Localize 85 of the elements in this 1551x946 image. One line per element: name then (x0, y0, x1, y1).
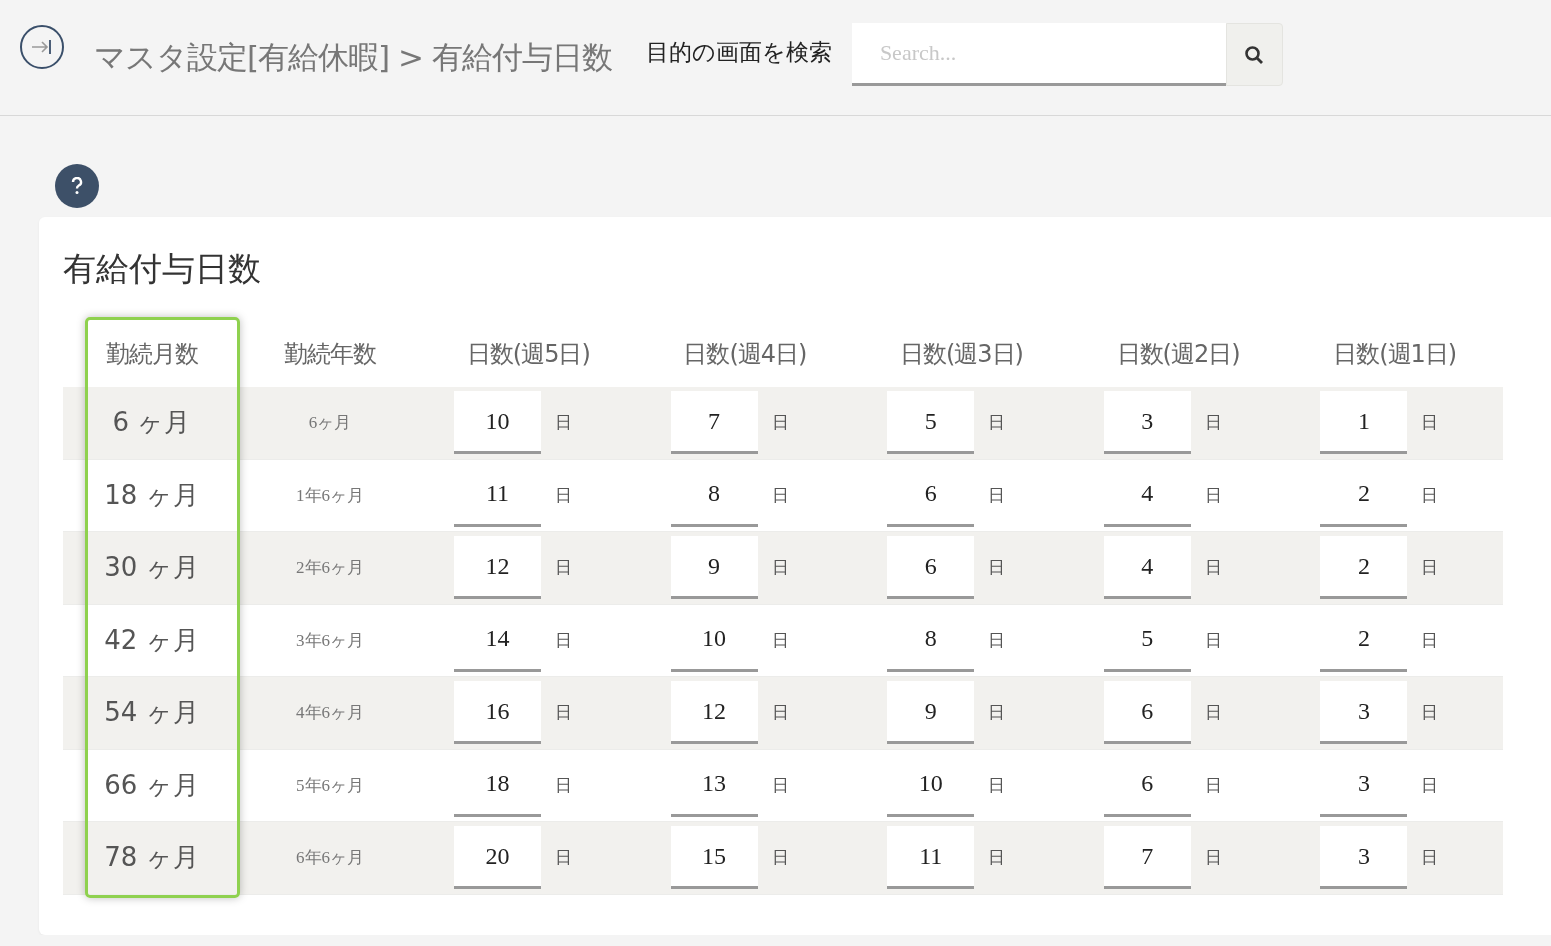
unit-label: 日 (1421, 774, 1439, 797)
question-mark-icon (71, 177, 83, 195)
days-input[interactable]: 16 (454, 681, 541, 745)
months-cell-text: 6 ヶ月 (111, 406, 192, 440)
days-input[interactable]: 9 (670, 536, 758, 600)
unit-label: 日 (1421, 557, 1439, 580)
months-cell-text: 18 ヶ月 (103, 478, 200, 512)
unit-label: 日 (988, 847, 1006, 870)
unit-label: 日 (1204, 847, 1222, 870)
unit-label: 日 (1421, 847, 1439, 870)
unit-label: 日 (1421, 412, 1439, 435)
unit-label: 日 (771, 847, 789, 870)
column-header: 日数(週5日) (465, 338, 591, 370)
unit-label: 日 (988, 702, 1006, 725)
days-input[interactable]: 6 (887, 536, 975, 600)
days-input[interactable]: 20 (454, 826, 541, 890)
column-header: 勤続年数 (283, 338, 377, 370)
unit-label: 日 (1204, 629, 1222, 652)
days-input[interactable]: 3 (1103, 391, 1191, 455)
unit-label: 日 (1204, 774, 1222, 797)
months-cell-text: 66 ヶ月 (103, 768, 200, 802)
days-input[interactable]: 10 (454, 391, 541, 455)
months-cell-text: 30 ヶ月 (103, 551, 200, 585)
months-cell-text: 78 ヶ月 (103, 841, 200, 875)
years-cell-text: 6ヶ月 (307, 412, 353, 435)
search-icon (1244, 44, 1265, 65)
unit-label: 日 (555, 484, 572, 507)
unit-label: 日 (988, 774, 1006, 797)
months-cell-text: 54 ヶ月 (103, 696, 200, 730)
unit-label: 日 (555, 412, 572, 435)
column-header: 日数(週4日) (682, 338, 808, 370)
unit-label: 日 (1421, 629, 1439, 652)
days-input[interactable]: 3 (1320, 826, 1408, 890)
years-cell-text: 4年6ヶ月 (295, 702, 365, 725)
unit-label: 日 (1204, 557, 1222, 580)
years-cell-text: 3年6ヶ月 (295, 629, 365, 652)
days-input[interactable]: 6 (1103, 681, 1191, 745)
search-button[interactable] (1225, 23, 1283, 86)
months-cell-text: 42 ヶ月 (103, 623, 200, 657)
days-input[interactable]: 7 (670, 391, 758, 455)
card-title: 有給付与日数 (63, 248, 262, 290)
unit-label: 日 (988, 629, 1006, 652)
arrow-to-bar-icon (31, 39, 53, 55)
days-input[interactable]: 12 (454, 536, 541, 600)
unit-label: 日 (988, 412, 1006, 435)
search-label: 目的の画面を検索 (645, 39, 832, 67)
unit-label: 日 (1204, 484, 1222, 507)
days-input[interactable]: 11 (887, 826, 975, 890)
column-header: 日数(週2日) (1115, 338, 1241, 370)
help-button[interactable] (55, 164, 99, 208)
days-input[interactable]: 7 (1103, 826, 1191, 890)
years-cell-text: 1年6ヶ月 (295, 484, 365, 507)
days-input[interactable]: 5 (887, 391, 975, 455)
days-input[interactable]: 9 (887, 681, 975, 745)
unit-label: 日 (771, 484, 789, 507)
unit-label: 日 (1204, 412, 1222, 435)
days-input[interactable]: 12 (670, 681, 758, 745)
column-header: 日数(週3日) (899, 338, 1024, 370)
unit-label: 日 (555, 774, 572, 797)
sidebar-toggle-button[interactable] (20, 25, 64, 69)
column-header: 勤続月数 (104, 338, 199, 370)
unit-label: 日 (771, 557, 789, 580)
days-input[interactable]: 4 (1103, 536, 1191, 600)
unit-label: 日 (771, 412, 789, 435)
days-input[interactable]: 1 (1320, 391, 1408, 455)
column-header: 日数(週1日) (1332, 338, 1458, 370)
unit-label: 日 (988, 484, 1006, 507)
years-cell-text: 2年6ヶ月 (295, 557, 365, 580)
unit-label: 日 (1421, 702, 1439, 725)
unit-label: 日 (1204, 702, 1222, 725)
unit-label: 日 (771, 629, 789, 652)
unit-label: 日 (555, 557, 572, 580)
unit-label: 日 (1421, 484, 1439, 507)
unit-label: 日 (555, 847, 572, 870)
days-input[interactable]: 2 (1320, 536, 1408, 600)
years-cell-text: 5年6ヶ月 (295, 774, 365, 797)
unit-label: 日 (555, 629, 572, 652)
unit-label: 日 (771, 774, 789, 797)
years-cell-text: 6年6ヶ月 (295, 847, 365, 870)
days-input[interactable]: 15 (670, 826, 758, 890)
unit-label: 日 (988, 557, 1006, 580)
unit-label: 日 (771, 702, 789, 725)
unit-label: 日 (555, 702, 572, 725)
days-input[interactable]: 3 (1320, 681, 1408, 745)
breadcrumb-title: マスタ設定[有給休暇] > 有給付与日数 (94, 38, 612, 77)
